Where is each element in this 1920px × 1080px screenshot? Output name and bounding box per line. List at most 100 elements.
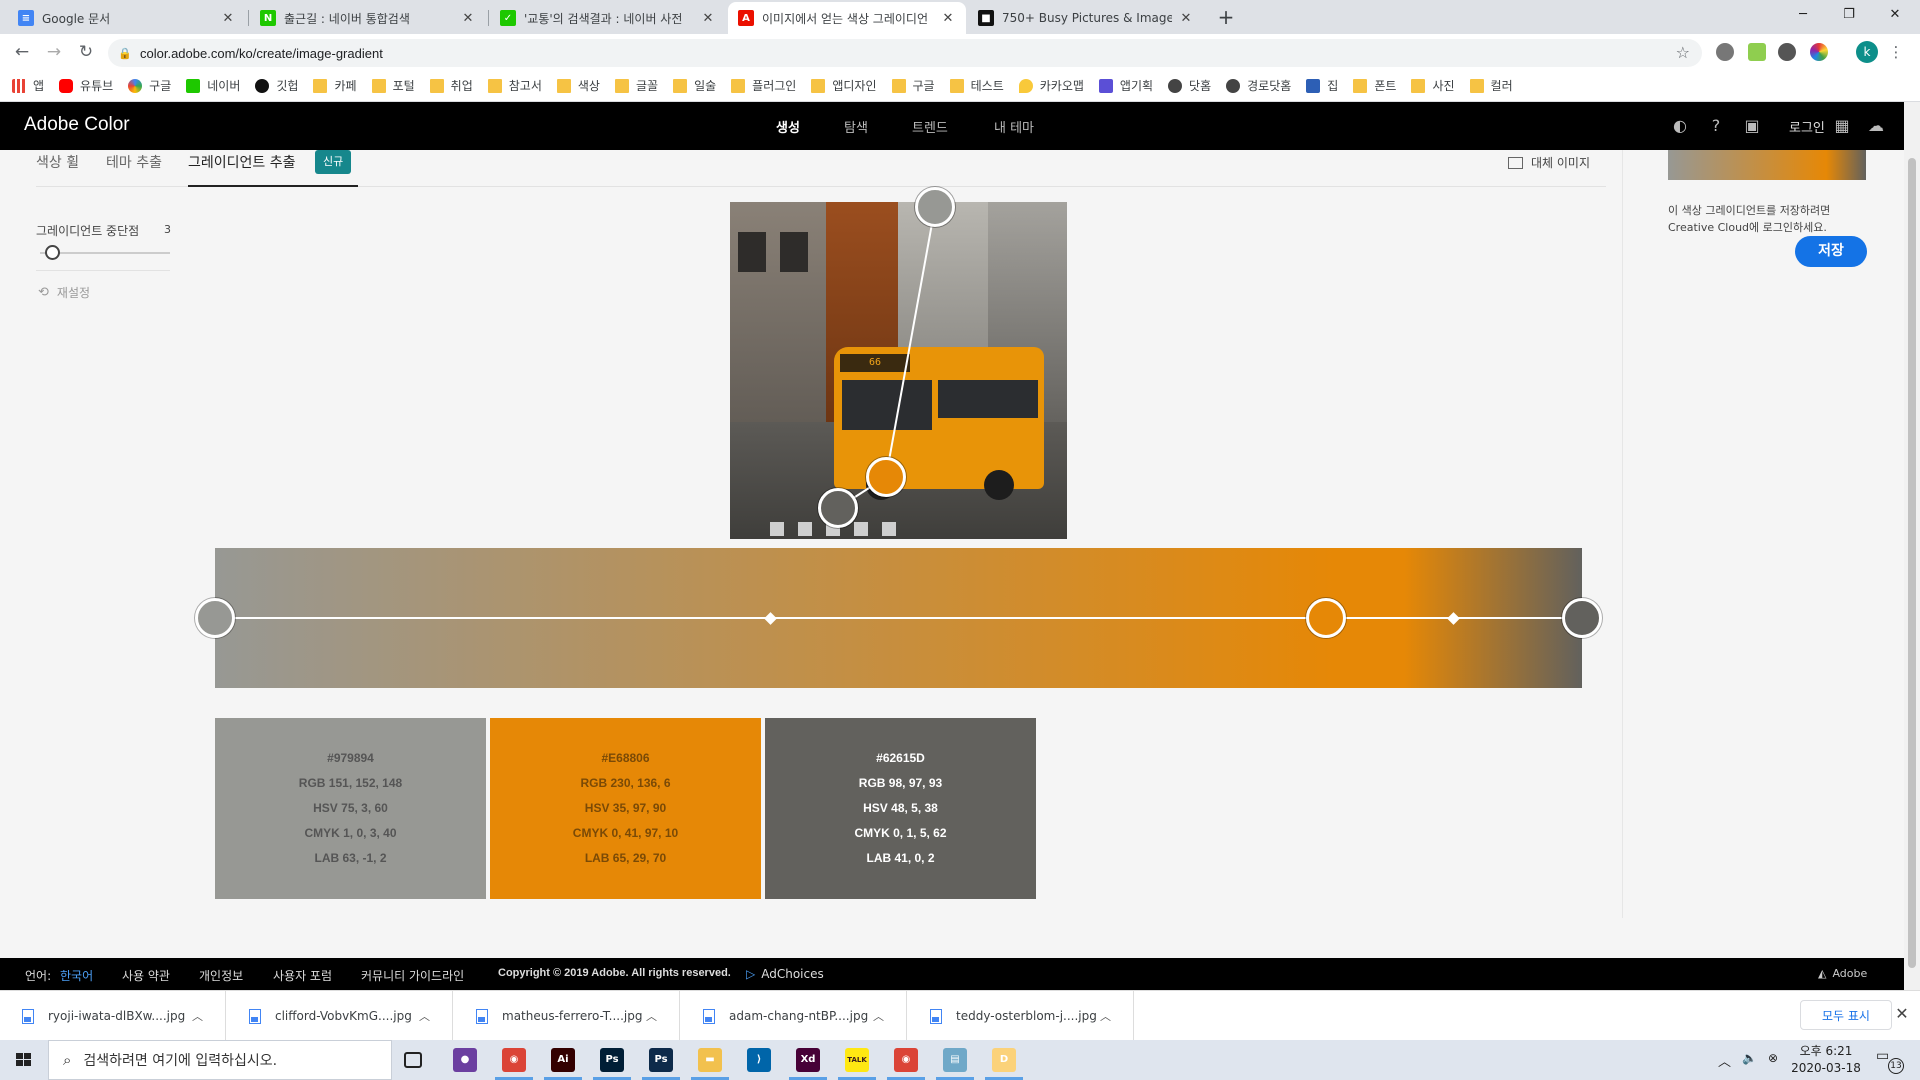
bookmark-19[interactable]: 닷홈	[1168, 77, 1211, 94]
adchoices-link[interactable]: ▷ AdChoices	[746, 967, 824, 981]
bookmark-3[interactable]: 구글	[128, 77, 171, 94]
close-tab-icon[interactable]: ✕	[1178, 11, 1194, 26]
bookmark-12[interactable]: 일술	[673, 77, 716, 94]
feedback-icon[interactable]: ▣	[1742, 116, 1762, 136]
download-item[interactable]: teddy-osterblom-j....jpg ︿	[908, 991, 1134, 1041]
more-menu-icon[interactable]: ⋮	[1888, 41, 1904, 63]
bookmark-4[interactable]: 네이버	[186, 77, 240, 94]
apps-grid-icon[interactable]: ▦	[1832, 116, 1852, 136]
bookmark-6[interactable]: 카페	[313, 77, 357, 94]
gradient-stop-handle-3[interactable]	[1562, 598, 1602, 638]
minimize-icon[interactable]: ─	[1780, 0, 1826, 30]
bookmark-21[interactable]: 집	[1306, 77, 1338, 94]
forward-arrow-icon[interactable]: →	[42, 40, 66, 64]
download-item[interactable]: adam-chang-ntBP....jpg ︿	[681, 991, 907, 1041]
extension-check-icon[interactable]	[1778, 43, 1796, 61]
footer-terms-link[interactable]: 사용 약관	[122, 967, 170, 984]
nav-trends[interactable]: 트렌드	[912, 117, 948, 136]
browser-tab-adobe-color[interactable]: A 이미지에서 얻는 색상 그레이디언 ✕	[728, 2, 966, 34]
bookmark-11[interactable]: 글꼴	[614, 77, 658, 94]
login-link[interactable]: 로그인	[1789, 117, 1825, 136]
chevron-up-icon[interactable]: ︿	[192, 1008, 203, 1024]
extension-color-wheel-icon[interactable]	[1810, 43, 1828, 61]
bookmark-13[interactable]: 플러그인	[731, 77, 796, 94]
bookmark-23[interactable]: 사진	[1411, 77, 1455, 94]
bookmark-17[interactable]: 카카오맵	[1018, 77, 1084, 94]
image-sample-marker-2[interactable]	[866, 457, 906, 497]
tab-color-wheel[interactable]: 색상 휠	[36, 152, 79, 172]
bookmark-22[interactable]: 폰트	[1353, 77, 1396, 94]
taskbar-clock[interactable]: 오후 6:21 2020-03-18	[1788, 1043, 1864, 1077]
browser-tab-naver-dictionary[interactable]: ✓ '교통'의 검색결과 : 네이버 사전 ✕	[490, 2, 726, 34]
chrome-icon[interactable]: ◉	[502, 1048, 526, 1072]
back-arrow-icon[interactable]: ←	[10, 40, 34, 64]
bookmark-14[interactable]: 앱디자인	[811, 77, 877, 94]
task-view-icon[interactable]	[404, 1052, 422, 1068]
bookmark-8[interactable]: 취업	[429, 77, 473, 94]
bookmark-20[interactable]: 경로닷홈	[1226, 77, 1291, 94]
show-all-downloads-button[interactable]: 모두 표시	[1800, 1000, 1892, 1030]
address-bar[interactable]: 🔒 color.adobe.com/ko/create/image-gradie…	[108, 39, 1702, 67]
chrome-2-icon[interactable]: ◉	[894, 1048, 918, 1072]
help-icon[interactable]: ?	[1706, 116, 1726, 136]
language-selector[interactable]: 한국어	[60, 967, 93, 984]
close-tab-icon[interactable]: ✕	[460, 11, 476, 26]
browser-tab-naver-search[interactable]: N 출근길 : 네이버 통합검색 ✕	[250, 2, 486, 34]
bookmark-1[interactable]: 앱	[12, 77, 44, 94]
bookmark-star-icon[interactable]: ☆	[1676, 43, 1690, 62]
new-tab-button[interactable]: +	[1214, 5, 1238, 29]
notification-center-icon[interactable]: ▭ 13	[1876, 1048, 1904, 1074]
alternate-image-button[interactable]: 대체 이미지	[1508, 154, 1590, 171]
close-tab-icon[interactable]: ✕	[220, 11, 236, 26]
browser-tab-unsplash[interactable]: ■ 750+ Busy Pictures & Images [H ✕	[968, 2, 1204, 34]
footer-privacy-link[interactable]: 개인정보	[199, 967, 243, 984]
download-item[interactable]: ryoji-iwata-dlBXw....jpg ︿	[0, 991, 226, 1041]
download-item[interactable]: matheus-ferrero-T....jpg ︿	[454, 991, 680, 1041]
bookmark-16[interactable]: 테스트	[949, 77, 1004, 94]
chevron-up-icon[interactable]: ︿	[1100, 1008, 1111, 1024]
volume-icon[interactable]: 🔈	[1742, 1051, 1757, 1065]
save-button[interactable]: 저장	[1795, 236, 1867, 267]
bookmark-24[interactable]: 컬러	[1469, 77, 1513, 94]
photoshop-icon[interactable]: Ps	[600, 1048, 624, 1072]
app-purple-icon[interactable]: ●	[453, 1048, 477, 1072]
tab-extract-gradient[interactable]: 그레이디언트 추출	[188, 152, 296, 172]
bookmark-10[interactable]: 색상	[556, 77, 600, 94]
restore-icon[interactable]: ❐	[1826, 0, 1872, 30]
footer-guidelines-link[interactable]: 커뮤니티 가이드라인	[361, 967, 464, 984]
gradient-stops-slider-knob[interactable]	[45, 245, 60, 260]
browser-tab-google-docs[interactable]: ≡ Google 문서 ✕	[8, 2, 246, 34]
profile-avatar[interactable]: k	[1856, 41, 1878, 63]
file-explorer-icon[interactable]: ▬	[698, 1048, 722, 1072]
close-downloads-icon[interactable]: ✕	[1892, 1004, 1912, 1023]
footer-forum-link[interactable]: 사용자 포럼	[273, 967, 332, 984]
gradient-stop-handle-1[interactable]	[195, 598, 235, 638]
close-window-icon[interactable]: ✕	[1872, 0, 1918, 30]
kakaotalk-icon[interactable]: TALK	[845, 1048, 869, 1072]
nav-create[interactable]: 생성	[776, 117, 800, 136]
close-tab-icon[interactable]: ✕	[700, 11, 716, 26]
photoshop-2-icon[interactable]: Ps	[649, 1048, 673, 1072]
notepad-icon[interactable]: ▤	[943, 1048, 967, 1072]
tray-overflow-icon[interactable]: ︿	[1718, 1051, 1731, 1070]
image-sample-marker-3[interactable]	[818, 488, 858, 528]
illustrator-icon[interactable]: Ai	[551, 1048, 575, 1072]
windows-start-icon[interactable]	[0, 1040, 48, 1080]
xd-icon[interactable]: Xd	[796, 1048, 820, 1072]
bookmark-9[interactable]: 참고서	[487, 77, 542, 94]
chevron-up-icon[interactable]: ︿	[646, 1008, 657, 1024]
bookmark-2[interactable]: 유튜브	[59, 77, 113, 94]
extension-ladder-icon[interactable]	[1748, 43, 1766, 61]
scrollbar-thumb[interactable]	[1908, 158, 1916, 968]
bookmark-5[interactable]: 깃헙	[255, 77, 298, 94]
close-tab-icon[interactable]: ✕	[940, 11, 956, 26]
bookmark-7[interactable]: 포털	[371, 77, 415, 94]
premiere-icon[interactable]: D	[992, 1048, 1016, 1072]
chevron-up-icon[interactable]: ︿	[873, 1008, 884, 1024]
adobe-color-logo[interactable]: Adobe Color	[24, 114, 130, 136]
nav-explore[interactable]: 탐색	[844, 117, 868, 136]
nav-my-themes[interactable]: 내 테마	[994, 117, 1034, 136]
contrast-icon[interactable]: ◐	[1670, 116, 1690, 136]
tab-extract-theme[interactable]: 테마 추출	[106, 152, 162, 172]
vscode-icon[interactable]: ⟩	[747, 1048, 771, 1072]
